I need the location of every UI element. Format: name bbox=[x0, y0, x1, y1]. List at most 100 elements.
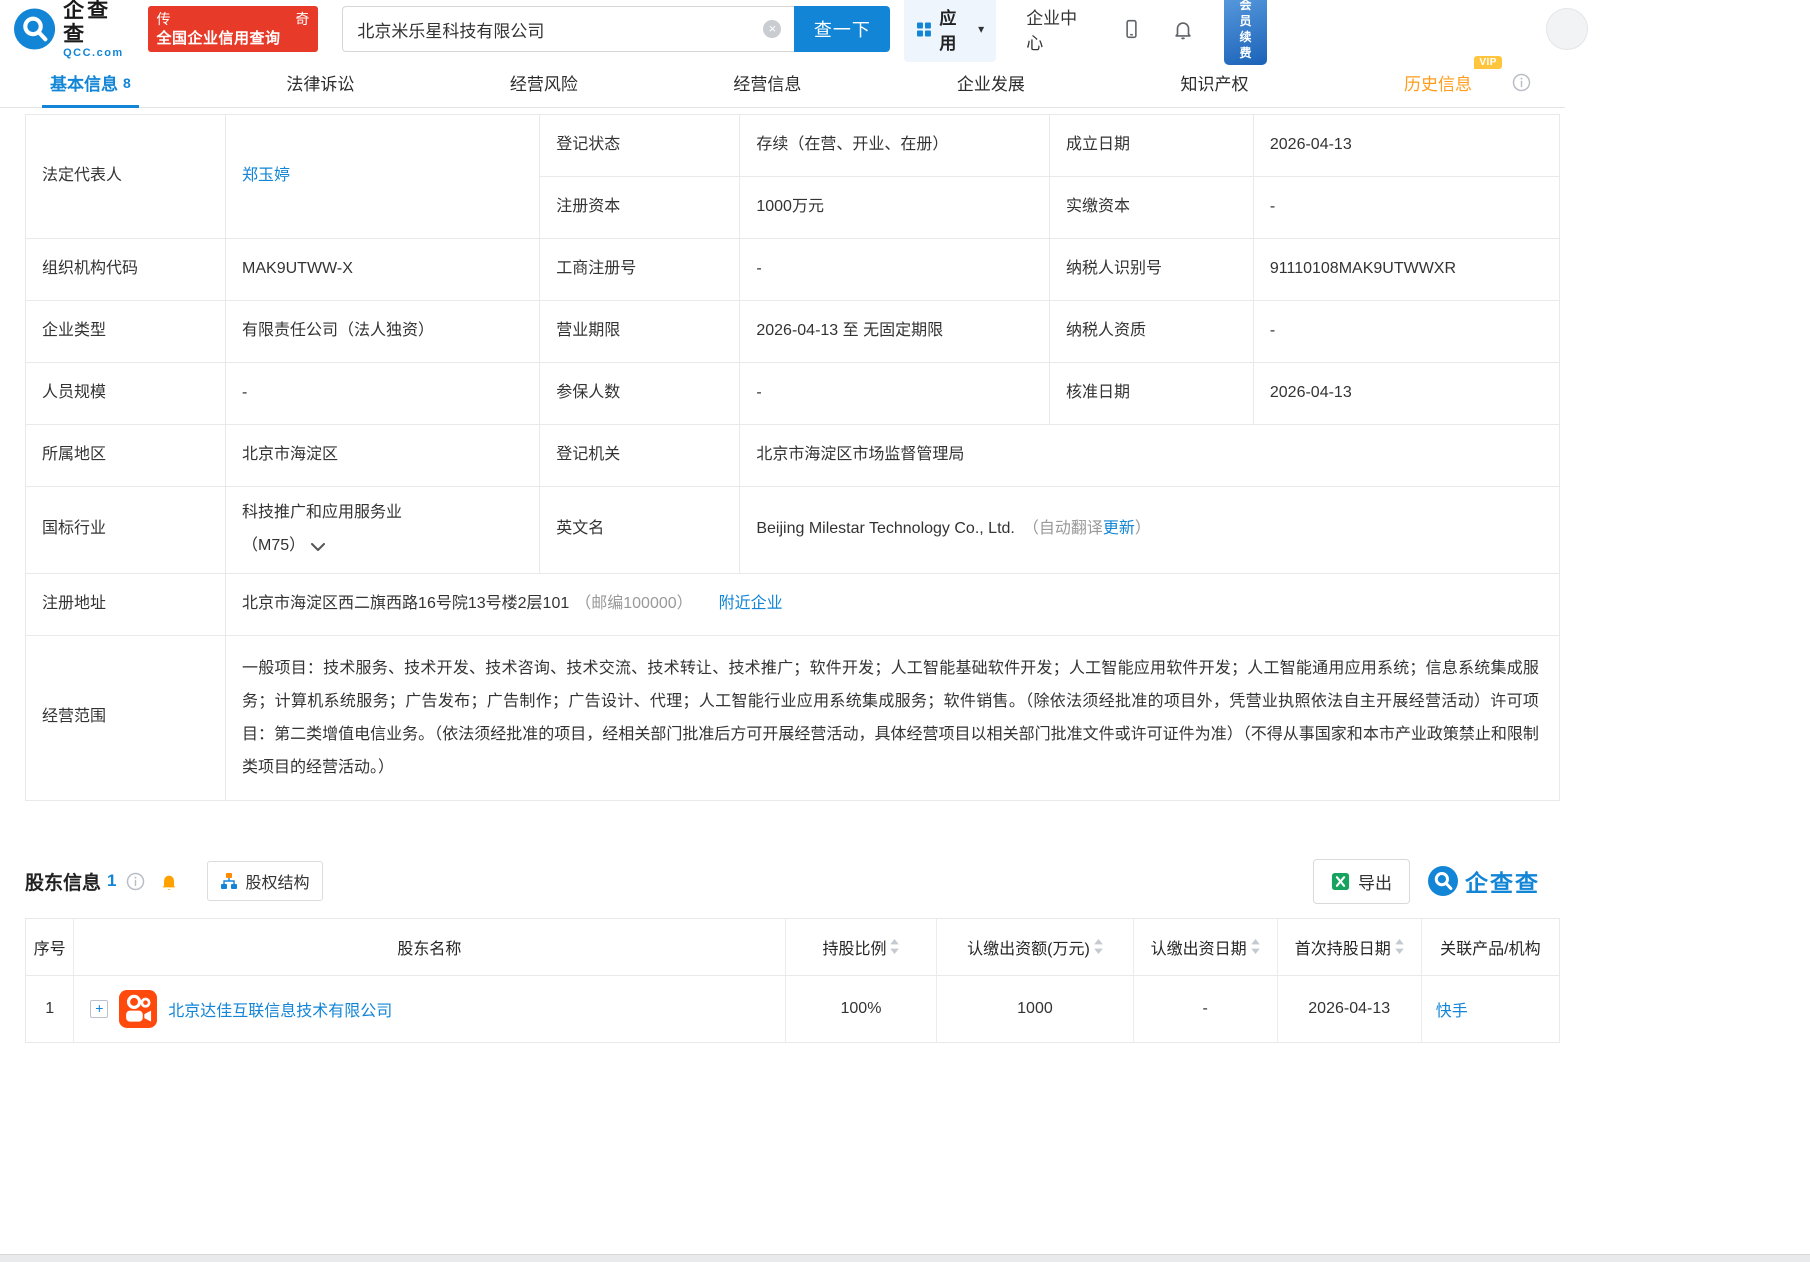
legal-rep-link[interactable]: 郑玉婷 bbox=[242, 164, 290, 189]
export-label: 导出 bbox=[1358, 869, 1392, 894]
monitor-bell-icon[interactable] bbox=[159, 871, 179, 892]
tab-operation-risk-label: 经营风险 bbox=[510, 70, 578, 95]
value-biz-reg-no: - bbox=[740, 239, 1050, 301]
label-reg-authority: 登记机关 bbox=[540, 425, 740, 487]
kuaishou-logo-icon bbox=[119, 990, 157, 1028]
search-button[interactable]: 查一下 bbox=[794, 6, 890, 52]
sort-date-icon[interactable] bbox=[1251, 939, 1260, 954]
col-header-related-products: 关联产品/机构 bbox=[1422, 919, 1559, 975]
mobile-app-icon[interactable] bbox=[1121, 17, 1142, 41]
tab-operation-info-label: 经营信息 bbox=[733, 70, 801, 95]
value-business-scope: 一般项目：技术服务、技术开发、技术咨询、技术交流、技术转让、技术推广；软件开发；… bbox=[226, 636, 1559, 800]
col-header-shareholder-name: 股东名称 bbox=[74, 919, 785, 975]
qcc-logo-text: 企查查 QCC.com bbox=[63, 0, 133, 59]
value-english-name: Beijing Milestar Technology Co., Ltd. （自… bbox=[740, 487, 1559, 574]
label-biz-term: 营业期限 bbox=[540, 301, 740, 363]
sort-ratio-icon[interactable] bbox=[890, 939, 899, 954]
value-address: 北京市海淀区西二旗西路16号院13号楼2层101 （邮编100000） 附近企业 bbox=[226, 574, 1559, 636]
related-product-link[interactable]: 快手 bbox=[1436, 997, 1468, 1021]
english-name-update-link[interactable]: 更新 bbox=[1103, 517, 1135, 542]
qcc-logo[interactable]: 企查查 QCC.com bbox=[14, 0, 134, 59]
equity-structure-button[interactable]: 股权结构 bbox=[207, 861, 322, 901]
label-address: 注册地址 bbox=[26, 574, 226, 636]
label-business-scope: 经营范围 bbox=[26, 636, 226, 800]
shareholders-info-icon[interactable] bbox=[126, 872, 145, 891]
tab-legal-litigation-label: 法律诉讼 bbox=[286, 70, 354, 95]
tab-history-info-wrap: 历史信息 VIP bbox=[1404, 70, 1472, 95]
value-legal-rep: 郑玉婷 bbox=[226, 115, 540, 239]
expand-row-button[interactable]: + bbox=[90, 1000, 108, 1018]
promo-slogan: 全国企业信用查询 bbox=[157, 29, 310, 49]
tab-operation-info[interactable]: 经营信息 bbox=[727, 58, 807, 107]
label-taxpayer-qualification: 纳税人资质 bbox=[1050, 301, 1254, 363]
value-approval-date: 2026-04-13 bbox=[1254, 363, 1559, 425]
tab-history-info[interactable]: 历史信息 VIP bbox=[1398, 58, 1537, 107]
floating-widget[interactable] bbox=[1546, 8, 1588, 50]
value-taxpayer-id: 91110108MAK9UTWWXR bbox=[1254, 239, 1559, 301]
col-header-ratio-label: 持股比例 bbox=[822, 935, 886, 959]
member-renewal-badge[interactable]: 会员 续费 bbox=[1224, 0, 1267, 65]
label-english-name: 英文名 bbox=[540, 487, 740, 574]
value-reg-status: 存续（在营、开业、在册） bbox=[740, 115, 1050, 177]
value-industry: 科技推广和应用服务业 （M75） bbox=[226, 487, 540, 574]
shareholder-name-cell: + 北京达佳互联信息技术有限公司 bbox=[74, 976, 785, 1042]
col-header-subscribed-amount-label: 认缴出资额(万元) bbox=[967, 935, 1090, 959]
shareholder-amount: 1000 bbox=[937, 976, 1133, 1042]
chevron-down-icon[interactable] bbox=[311, 543, 325, 552]
header-nav: 应用 ▾ 企业中心 会员 续费 bbox=[904, 0, 1553, 65]
value-taxpayer-qualification: - bbox=[1254, 301, 1559, 363]
apps-label: 应用 bbox=[939, 4, 971, 54]
label-company-type: 企业类型 bbox=[26, 301, 226, 363]
bottom-scrollbar-strip[interactable] bbox=[0, 1254, 1810, 1262]
apps-grid-icon bbox=[916, 21, 932, 38]
promo-banner[interactable]: 传 奇 全国企业信用查询 bbox=[148, 6, 319, 52]
shareholder-index: 1 bbox=[26, 976, 74, 1042]
apps-menu[interactable]: 应用 ▾ bbox=[904, 0, 996, 62]
enterprise-center-link[interactable]: 企业中心 bbox=[1026, 4, 1091, 54]
col-header-subscribed-date: 认缴出资日期 bbox=[1134, 919, 1278, 975]
equity-structure-icon bbox=[220, 872, 238, 890]
shareholder-subscribed-date: - bbox=[1134, 976, 1278, 1042]
label-reg-status: 登记状态 bbox=[540, 115, 740, 177]
shareholder-company-link[interactable]: 北京达佳互联信息技术有限公司 bbox=[168, 997, 392, 1021]
shareholders-count: 1 bbox=[107, 871, 116, 891]
qcc-logo-icon bbox=[14, 8, 55, 50]
tab-intellectual-property[interactable]: 知识产权 bbox=[1174, 58, 1254, 107]
value-company-type: 有限责任公司（法人独资） bbox=[226, 301, 540, 363]
search-input[interactable] bbox=[342, 6, 794, 52]
shareholder-ratio: 100% bbox=[786, 976, 938, 1042]
nearby-companies-link[interactable]: 附近企业 bbox=[719, 592, 783, 617]
label-reg-capital: 注册资本 bbox=[540, 177, 740, 239]
qcc-watermark: 企查查 bbox=[1428, 864, 1540, 898]
label-taxpayer-id: 纳税人识别号 bbox=[1050, 239, 1254, 301]
shareholders-table: 序号 股东名称 持股比例 认缴出资额(万元) 认缴出资日期 bbox=[25, 918, 1560, 1043]
tab-operation-risk[interactable]: 经营风险 bbox=[504, 58, 584, 107]
english-name-note: （自动翻译 bbox=[1023, 517, 1103, 542]
industry-code-line: （M75） bbox=[242, 530, 402, 563]
caret-down-icon: ▾ bbox=[978, 22, 984, 36]
qcc-watermark-icon bbox=[1428, 866, 1458, 896]
industry-name: 科技推广和应用服务业 bbox=[242, 497, 402, 530]
address-text: 北京市海淀区西二旗西路16号院13号楼2层101 bbox=[242, 592, 569, 617]
tab-basic-info[interactable]: 基本信息 8 bbox=[44, 58, 137, 107]
history-info-icon[interactable] bbox=[1512, 73, 1531, 92]
sort-amount-icon[interactable] bbox=[1094, 939, 1103, 954]
industry-lines: 科技推广和应用服务业 （M75） bbox=[242, 497, 402, 563]
tab-bar: 基本信息 8 法律诉讼 经营风险 经营信息 企业发展 知识产权 历史信息 VIP bbox=[0, 58, 1565, 108]
value-paid-capital: - bbox=[1254, 177, 1559, 239]
value-region: 北京市海淀区 bbox=[226, 425, 540, 487]
value-insured-count: - bbox=[740, 363, 1050, 425]
english-name-note-end: ） bbox=[1135, 517, 1151, 542]
label-legal-rep: 法定代表人 bbox=[26, 115, 226, 239]
tab-basic-info-label: 基本信息 bbox=[50, 70, 118, 95]
label-establish-date: 成立日期 bbox=[1050, 115, 1254, 177]
tab-enterprise-development[interactable]: 企业发展 bbox=[951, 58, 1031, 107]
col-header-first-holding-date-label: 首次持股日期 bbox=[1295, 935, 1391, 959]
label-org-code: 组织机构代码 bbox=[26, 239, 226, 301]
tab-legal-litigation[interactable]: 法律诉讼 bbox=[280, 58, 360, 107]
notification-bell-icon[interactable] bbox=[1172, 18, 1194, 41]
logo-name: 企查查 bbox=[63, 0, 133, 47]
shareholder-related-cell: 快手 bbox=[1422, 976, 1559, 1042]
sort-first-date-icon[interactable] bbox=[1395, 939, 1404, 954]
export-button[interactable]: 导出 bbox=[1313, 859, 1410, 904]
